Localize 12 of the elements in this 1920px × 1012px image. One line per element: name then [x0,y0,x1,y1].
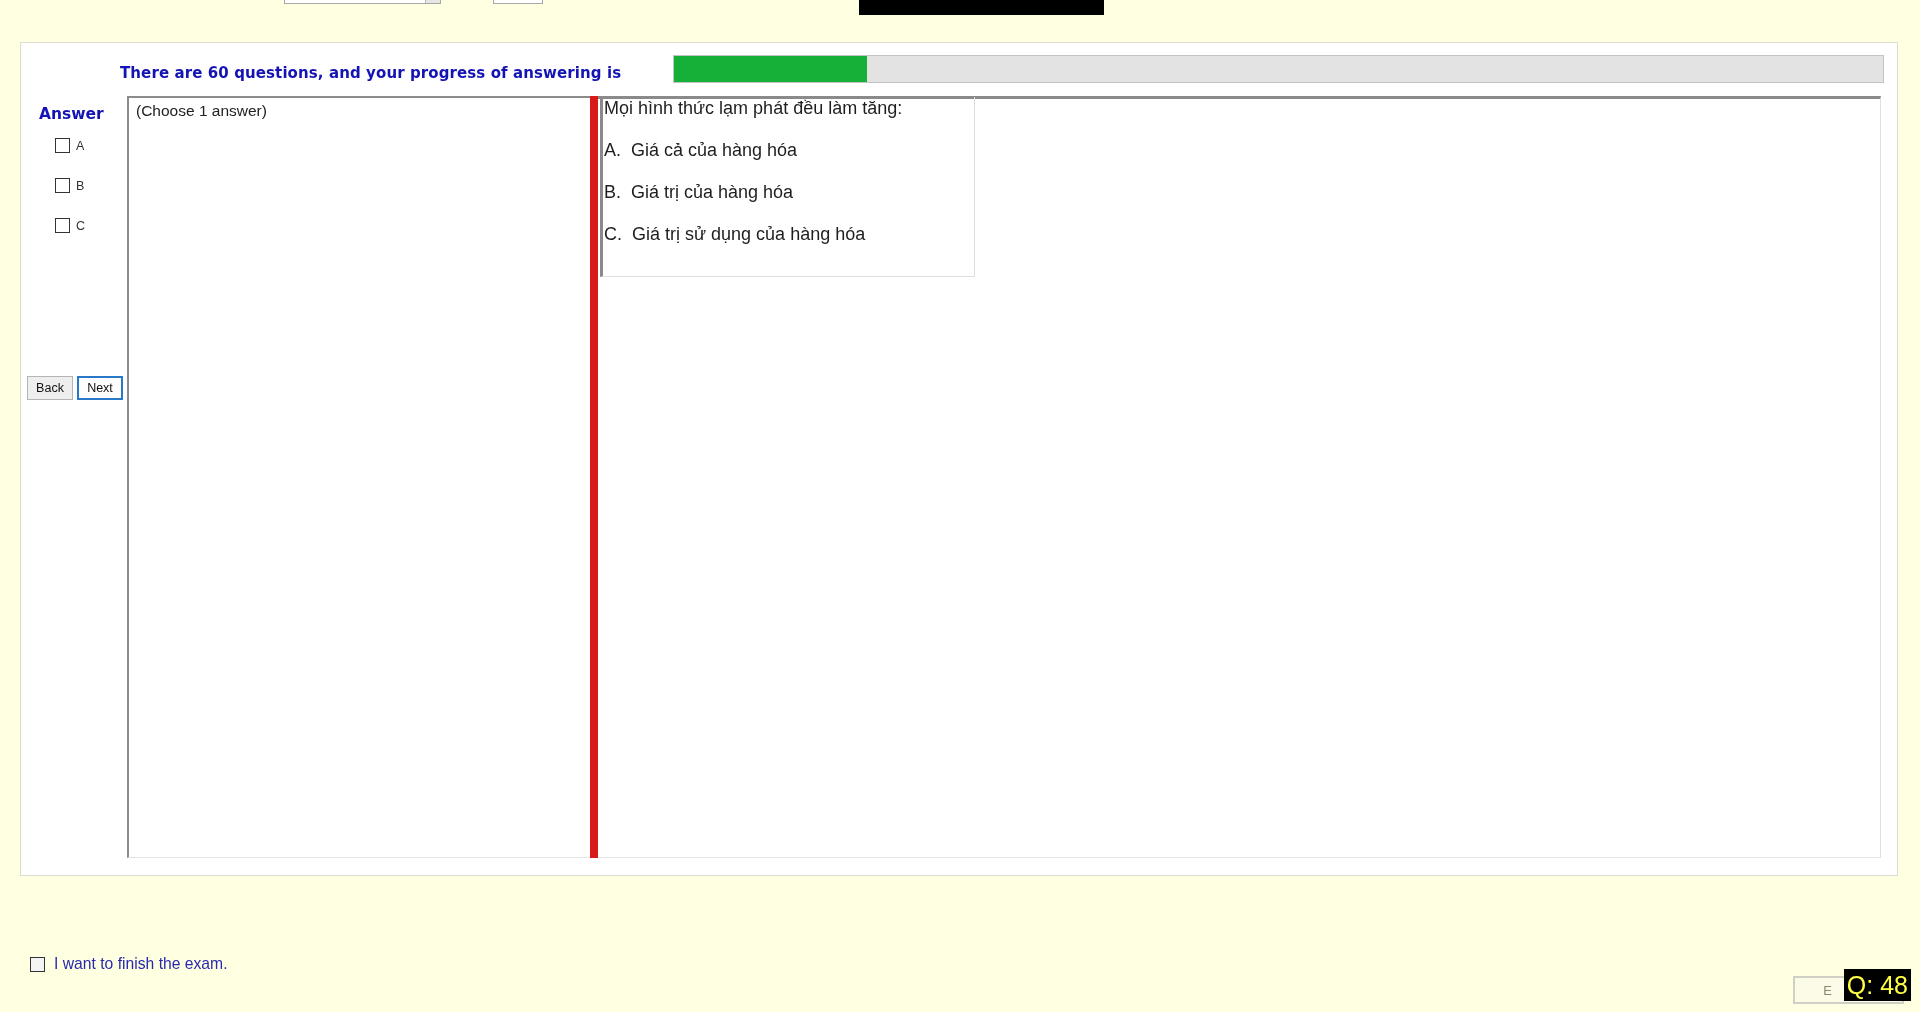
instruction-text: (Choose 1 answer) [136,102,267,119]
progress-label: There are 60 questions, and your progress of answering is [120,64,623,82]
answer-heading: Answer [39,105,104,123]
choice-text: C. Giá trị sử dụng của hàng hóa [604,223,867,245]
finish-label: I want to finish the exam. [54,955,228,973]
option-label: B [76,178,85,193]
option-label: C [76,218,86,233]
choice-text: A. Giá cả của hàng hóa [604,139,799,161]
option-label: A [76,138,85,153]
choice-text: B. Giá trị của hàng hóa [604,181,795,203]
question-text: Mọi hình thức lạm phát đều làm tăng: [604,97,904,119]
question-number-badge: Q: 48 [1843,969,1911,1001]
